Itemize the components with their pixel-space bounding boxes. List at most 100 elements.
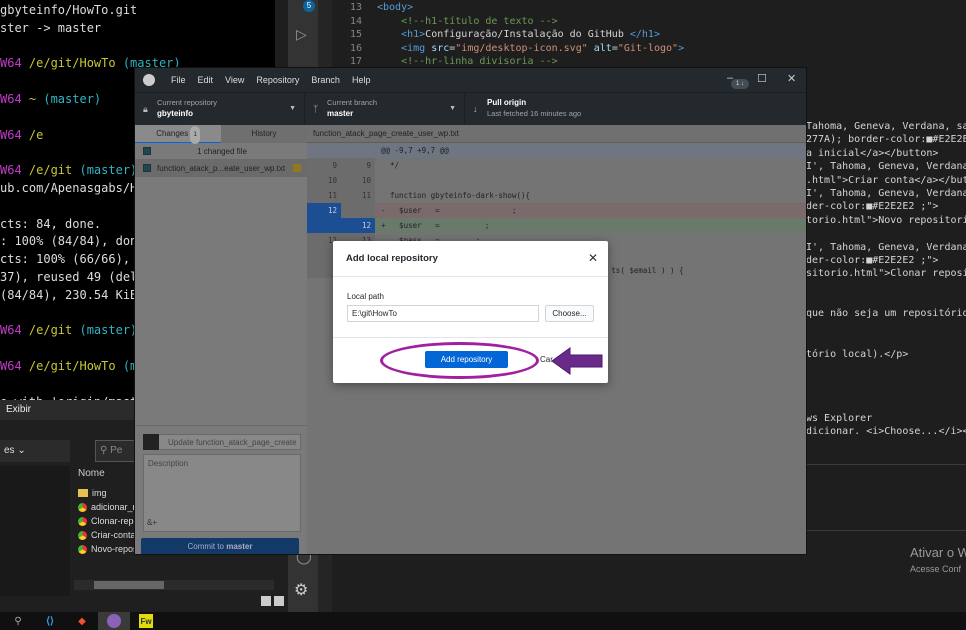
search-icon: ⚲ [100,445,108,456]
gear-icon[interactable]: ⚙ [294,580,308,600]
code-line: que não seja um repositório do [806,308,966,320]
changed-file-name: function_atack_p...eate_user_wp.txt [157,163,286,173]
menu-bar: File Edit View Repository Branch Help [165,75,376,85]
details-view-icon[interactable] [261,596,271,606]
pull-origin-button[interactable]: ↓ Pull origin Last fetched 16 minutes ag… [465,93,625,125]
code-editor-right-lower: ws Explorer dicionar. <i>Choose...</i></p… [806,412,966,439]
diff-line[interactable]: 99 */ [307,158,806,173]
annotation-arrow-icon [552,347,603,375]
chevron-down-icon: ▼ [449,105,456,112]
code-line: dicionar. <i>Choose...</i></p> [806,426,966,438]
navigation-pane[interactable] [0,466,70,596]
menu-item-repository[interactable]: Repository [250,75,305,85]
add-coauthor-icon[interactable]: &+ [147,518,157,527]
chevron-down-icon: ▼ [289,105,296,112]
tiles-view-icon[interactable] [274,596,284,606]
close-icon[interactable]: ✕ [588,251,598,265]
last-fetched-text: Last fetched 16 minutes ago [487,109,582,118]
vscode-taskbar-icon[interactable]: ⟨⟩ [34,612,66,630]
diff-line[interactable]: 12 + $user = ; [307,218,806,233]
close-icon[interactable]: ✕ [787,72,796,85]
view-menu[interactable]: Exibir [6,404,31,415]
commit-branch: master [226,542,253,551]
code-line: I', Tahoma, Geneva, Verdana, s [806,241,966,253]
run-debug-icon[interactable]: ▷ [296,26,307,43]
line-number: 16 [349,42,362,54]
search-placeholder: Pe [110,445,123,456]
diff-line[interactable]: 11 11 function gbyteinfo-dark-show(){ [307,188,806,203]
windows-activation-watermark: Ativar o W Acesse Conf [910,545,966,574]
changes-count-badge: 1 [190,126,200,144]
github-logo-icon [143,74,155,86]
chevron-down-icon[interactable]: ⌄ [17,445,25,456]
avatar [143,434,159,450]
cancel-button[interactable]: Car [540,355,553,364]
menu-item-help[interactable]: Help [346,75,377,85]
current-repository-selector[interactable]: 🔒︎ Current repository gbyteinfo ▼ [135,93,305,125]
file-checkbox[interactable] [143,164,151,172]
commit-area: Update function_atack_page_create Descri… [135,425,307,554]
diff-line[interactable]: @@ -9,7 +9,7 @@ [307,143,806,158]
folder-icon [78,489,88,497]
search-icon[interactable]: ⚲ [2,612,34,630]
terminal-line: gbyteinfo/HowTo.git [0,3,138,17]
sidebar-tabs: Changes 1 History [135,125,307,144]
select-all-checkbox[interactable] [143,147,151,155]
diff-line[interactable]: 12- $user = ; [307,203,806,218]
current-repository-label: Current repository [157,98,218,107]
tab-changes[interactable]: Changes 1 [135,125,221,144]
menu-item-file[interactable]: File [165,75,192,85]
current-repository-value: gbyteinfo [157,109,193,118]
github-desktop-taskbar-icon[interactable] [98,612,130,630]
description-placeholder: Description [148,459,189,468]
commit-summary-input[interactable]: Update function_atack_page_create [143,434,301,450]
code-line: tório local).</p> [806,348,909,360]
highlight-ellipse [380,342,539,379]
lock-icon: 🔒︎ [143,104,148,114]
divider [806,530,966,531]
address-text: es [4,445,15,456]
code-line: ws Explorer [806,413,873,424]
line-number: 13 [349,2,362,13]
current-branch-selector[interactable]: ᛉ Current branch master ▼ [305,93,465,125]
select-all-row[interactable]: 1 changed file [135,143,307,160]
fireworks-taskbar-icon[interactable]: Fw [130,612,162,630]
tab-history[interactable]: History [221,125,307,143]
menu-item-branch[interactable]: Branch [305,75,346,85]
code-line: 16 <img src="img/desktop-icon.svg" alt="… [332,42,966,56]
choose-button[interactable]: Choose... [545,305,594,322]
code-line: der-color:■#E2E2E2 ;"> [806,201,939,213]
menu-item-view[interactable]: View [219,75,250,85]
local-path-label: Local path [347,292,384,301]
file-name: Criar-conta. [91,530,139,540]
code-editor[interactable]: 13 <body> 14 <!--h1-título de texto --> 15 … [332,0,966,69]
dialog-title: Add local repository [346,253,438,264]
scroll-thumb[interactable] [94,581,164,589]
diff-line[interactable]: 10 10 [307,173,806,188]
address-bar[interactable]: es ⌄ [0,440,70,462]
local-path-input[interactable]: E:\git\HowTo [347,305,539,322]
code-line: 15 <h1>Configuração/Instalação do GitHub… [332,28,966,42]
chrome-file-icon [78,502,87,512]
code-line: I', Tahoma, Geneva, Verdana, s [806,161,966,173]
chrome-file-icon [78,530,87,540]
changed-file-item[interactable]: function_atack_p...eate_user_wp.txt [135,160,307,177]
git-taskbar-icon[interactable]: ◆ [66,612,98,630]
menu-item-edit[interactable]: Edit [192,75,220,85]
code-line: torio.html">Novo repositorio</ [806,214,966,226]
current-branch-value: master [327,109,354,118]
commit-summary-placeholder: Update function_atack_page_create [168,438,297,447]
file-name: Clonar-repo [91,516,139,526]
arrow-down-icon: ↓ [473,104,478,114]
notification-badge: 5 [303,0,315,12]
commit-description-input[interactable]: Description [143,454,301,532]
code-line: 13 <body> [332,1,966,15]
horizontal-scrollbar[interactable] [74,580,274,590]
maximize-icon[interactable]: ☐ [757,72,767,85]
commit-button[interactable]: Commit to master [141,538,299,554]
